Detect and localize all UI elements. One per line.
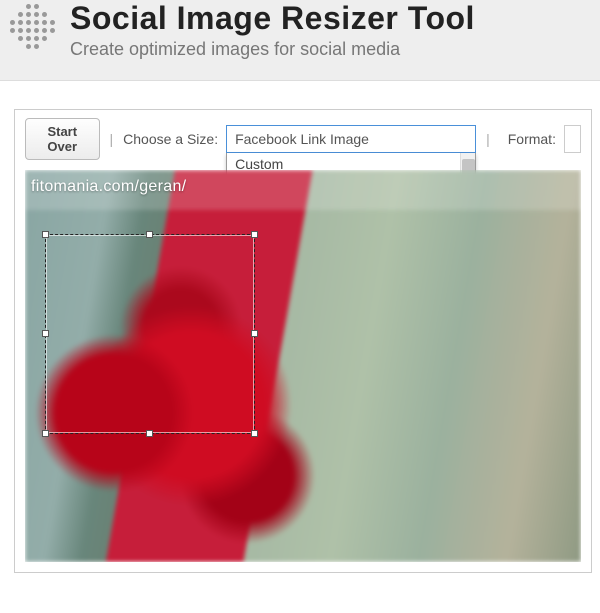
crop-handle-w[interactable] [42, 330, 49, 337]
page-title: Social Image Resizer Tool [70, 0, 475, 37]
toolbar-sep-2: | [484, 131, 492, 147]
image-watermark: fitomania.com/geran/ [31, 178, 186, 196]
format-label: Format: [508, 131, 556, 147]
format-select[interactable] [564, 125, 581, 153]
crop-handle-nw[interactable] [42, 231, 49, 238]
toolbar-sep: | [108, 131, 116, 147]
crop-handle-ne[interactable] [251, 231, 258, 238]
crop-handle-e[interactable] [251, 330, 258, 337]
editor-panel: Start Over | Choose a Size: CustomFacebo… [14, 109, 592, 573]
size-select[interactable]: CustomFacebook Cover PhotoFacebook Profi… [226, 125, 476, 153]
logo-dots-icon [10, 4, 56, 50]
choose-size-label: Choose a Size: [123, 131, 218, 147]
crop-handle-n[interactable] [146, 231, 153, 238]
page-tagline: Create optimized images for social media [70, 39, 475, 60]
editor-toolbar: Start Over | Choose a Size: CustomFacebo… [25, 118, 581, 160]
crop-selection[interactable] [45, 234, 255, 434]
image-crop-area[interactable]: fitomania.com/geran/ [25, 170, 581, 562]
size-select-input[interactable] [226, 125, 476, 153]
crop-handle-sw[interactable] [42, 430, 49, 437]
start-over-button[interactable]: Start Over [25, 118, 100, 160]
app-header: Social Image Resizer Tool Create optimiz… [0, 0, 600, 81]
crop-handle-se[interactable] [251, 430, 258, 437]
crop-handle-s[interactable] [146, 430, 153, 437]
